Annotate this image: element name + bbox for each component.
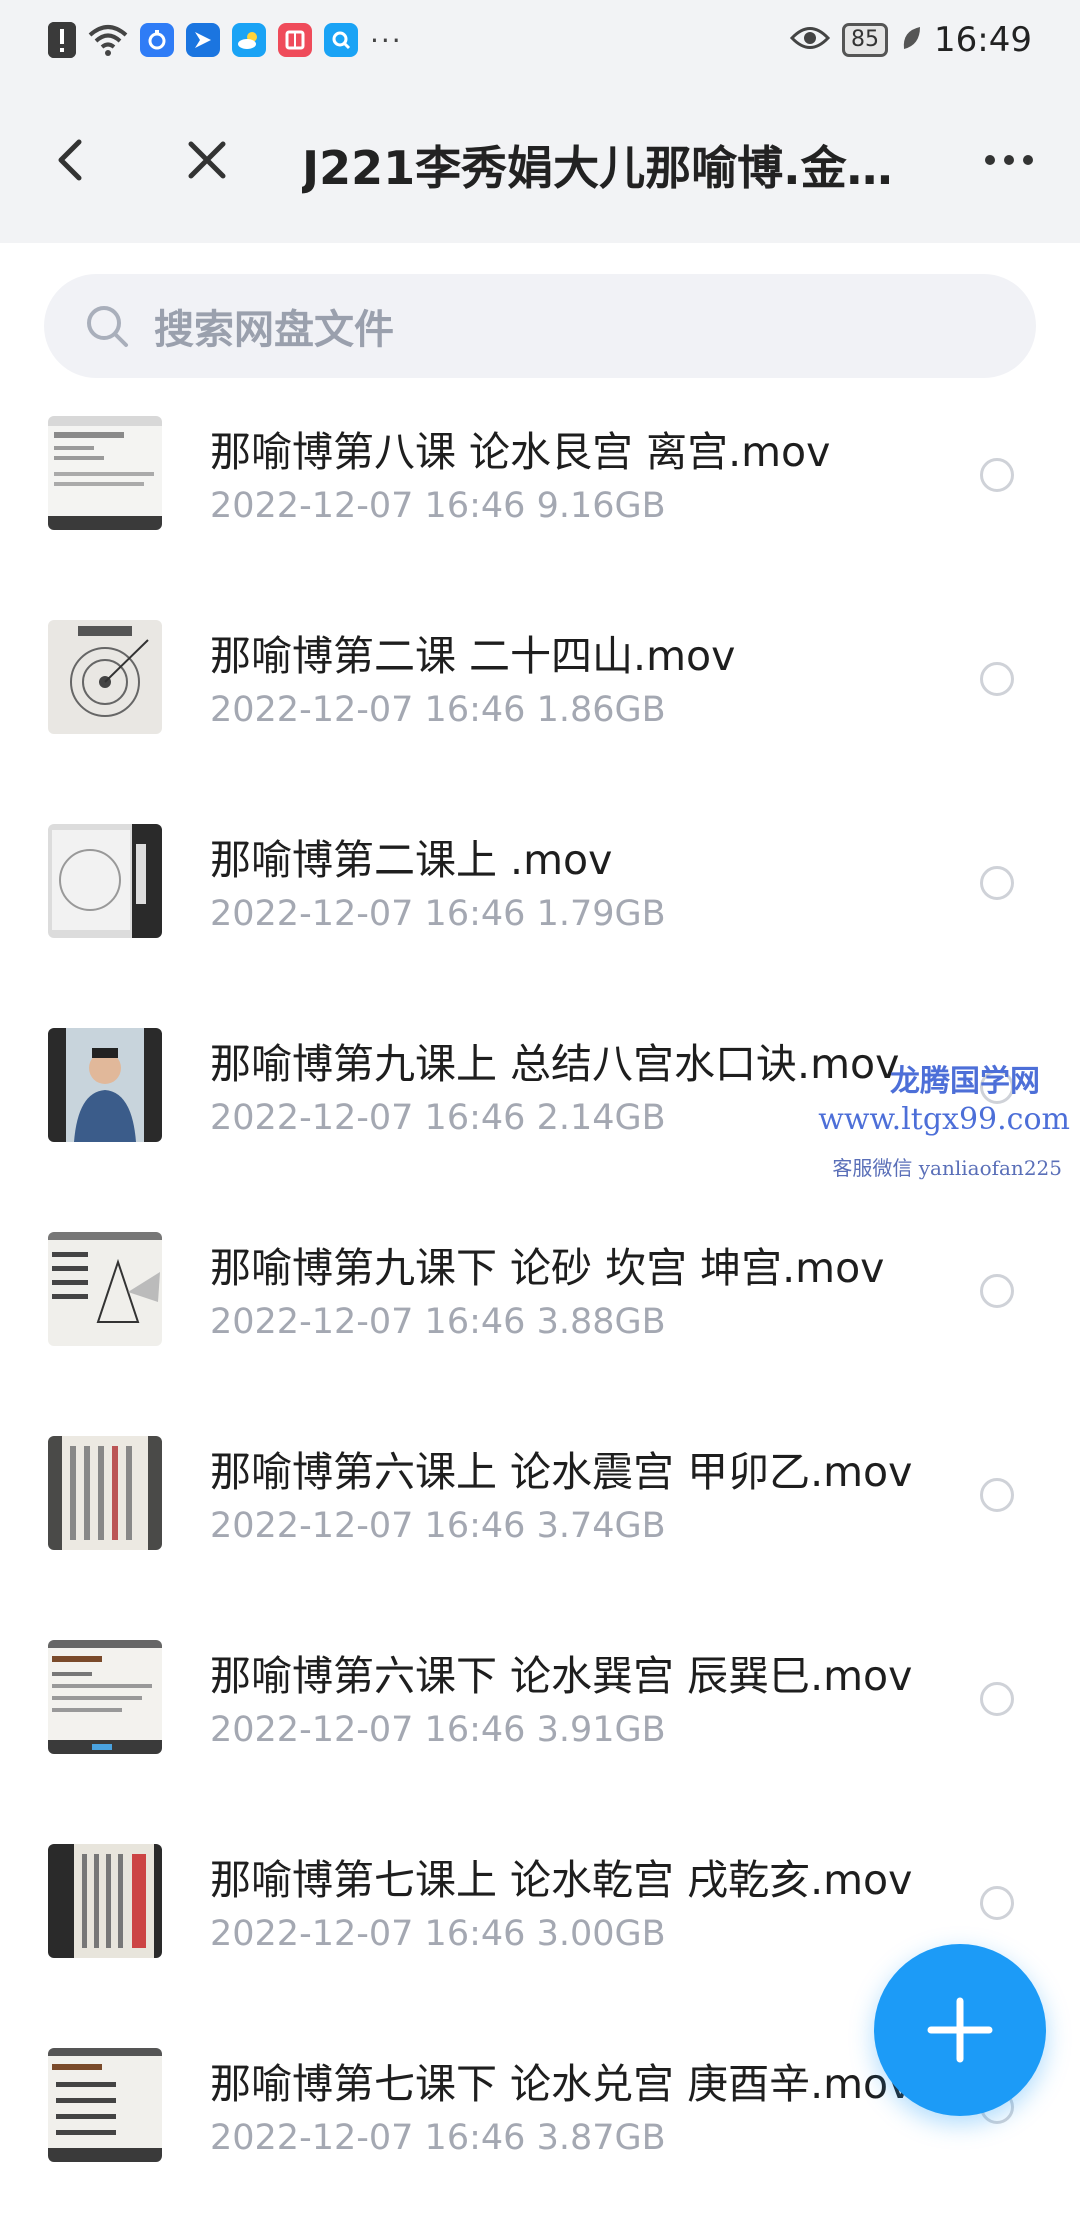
file-date: 2022-12-07: [210, 2118, 414, 2158]
file-date: 2022-12-07: [210, 1098, 414, 1138]
more-notifications: ···: [370, 23, 403, 57]
file-name: 那喻博第七课上 论水乾宫 戌乾亥.mov: [210, 1856, 913, 1904]
file-name: 那喻博第九课下 论砂 坎宫 坤宫.mov: [210, 1244, 885, 1292]
file-meta: 2022-12-07 16:46 1.86GB: [210, 690, 666, 730]
file-name: 那喻博第六课下 论水巽宫 辰巽巳.mov: [210, 1652, 913, 1700]
file-name: 那喻博第八课 论水艮宫 离宫.mov: [210, 428, 831, 476]
watermark-contact: 客服微信 yanliaofan225: [832, 1156, 1062, 1180]
file-meta: 2022-12-07 16:46 1.79GB: [210, 894, 666, 934]
file-date: 2022-12-07: [210, 1710, 414, 1750]
leaf-icon: [900, 25, 922, 55]
file-row[interactable]: 那喻博第八课 论水艮宫 离宫.mov 2022-12-07 16:46 9.16…: [0, 400, 1080, 604]
file-meta: 2022-12-07 16:46 3.00GB: [210, 1914, 666, 1954]
file-meta: 2022-12-07 16:46 9.16GB: [210, 486, 666, 526]
video-thumbnail: [48, 824, 162, 938]
select-checkbox[interactable]: [980, 458, 1014, 492]
video-thumbnail: [48, 1844, 162, 1958]
file-row[interactable]: 那喻博第六课上 论水震宫 甲卯乙.mov 2022-12-07 16:46 3.…: [0, 1420, 1080, 1624]
battery-level: 85: [842, 23, 889, 57]
file-size: 2.14GB: [536, 1098, 666, 1138]
file-name: 那喻博第九课上 总结八宫水口诀.mov: [210, 1040, 900, 1088]
close-icon: [188, 141, 226, 179]
video-thumbnail: [48, 1640, 162, 1754]
book-icon: [278, 23, 312, 57]
search-placeholder: 搜索网盘文件: [154, 307, 394, 353]
status-bar-left: ···: [48, 20, 403, 60]
file-date: 2022-12-07: [210, 690, 414, 730]
file-name: 那喻博第二课 二十四山.mov: [210, 632, 736, 680]
file-meta: 2022-12-07 16:46 3.74GB: [210, 1506, 666, 1546]
file-date: 2022-12-07: [210, 1302, 414, 1342]
file-date: 2022-12-07: [210, 1506, 414, 1546]
app-notification-icon: [140, 23, 174, 57]
status-bar-right: 85 16:49: [789, 20, 1032, 60]
file-date: 2022-12-07: [210, 894, 414, 934]
video-thumbnail: [48, 1232, 162, 1346]
select-checkbox[interactable]: [980, 662, 1014, 696]
file-size: 1.79GB: [536, 894, 666, 934]
file-name: 那喻博第七课下 论水兑宫 庚酉辛.mov: [210, 2060, 913, 2108]
add-button[interactable]: [874, 1944, 1046, 2116]
file-meta: 2022-12-07 16:46 2.14GB: [210, 1098, 666, 1138]
file-time: 16:46: [424, 894, 526, 934]
wifi-icon: [88, 23, 128, 57]
more-options-button[interactable]: [974, 125, 1044, 195]
weather-icon: [232, 23, 266, 57]
file-size: 3.91GB: [536, 1710, 666, 1750]
search-app-icon: [324, 23, 358, 57]
file-size: 3.88GB: [536, 1302, 666, 1342]
file-time: 16:46: [424, 690, 526, 730]
watermark-title: 龙腾国学网: [890, 1064, 1040, 1099]
file-row[interactable]: 那喻博第二课上 .mov 2022-12-07 16:46 1.79GB: [0, 808, 1080, 1012]
video-thumbnail: [48, 2048, 162, 2162]
file-time: 16:46: [424, 486, 526, 526]
close-button[interactable]: [172, 125, 242, 195]
video-thumbnail: [48, 1436, 162, 1550]
eye-icon: [789, 25, 831, 55]
file-meta: 2022-12-07 16:46 3.87GB: [210, 2118, 666, 2158]
file-size: 9.16GB: [536, 486, 666, 526]
file-size: 1.86GB: [536, 690, 666, 730]
back-button[interactable]: [36, 125, 106, 195]
alert-icon: [48, 22, 76, 58]
video-thumbnail: [48, 1028, 162, 1142]
page-title: J221李秀娟大儿那喻博.金锁玉关+天星法课程: [302, 141, 922, 195]
file-name: 那喻博第二课上 .mov: [210, 836, 613, 884]
file-name: 那喻博第六课上 论水震宫 甲卯乙.mov: [210, 1448, 913, 1496]
search-icon: [87, 306, 128, 347]
file-time: 16:46: [424, 1710, 526, 1750]
file-date: 2022-12-07: [210, 486, 414, 526]
watermark-url: www.ltgx99.com: [818, 1102, 1070, 1137]
clock: 16:49: [934, 20, 1032, 60]
file-row[interactable]: 那喻博第二课 二十四山.mov 2022-12-07 16:46 1.86GB: [0, 604, 1080, 808]
select-checkbox[interactable]: [980, 1886, 1014, 1920]
video-thumbnail: [48, 620, 162, 734]
file-size: 3.87GB: [536, 2118, 666, 2158]
file-date: 2022-12-07: [210, 1914, 414, 1954]
file-row[interactable]: 那喻博第六课下 论水巽宫 辰巽巳.mov 2022-12-07 16:46 3.…: [0, 1624, 1080, 1828]
select-checkbox[interactable]: [980, 1682, 1014, 1716]
select-checkbox[interactable]: [980, 1478, 1014, 1512]
file-row[interactable]: 那喻博第九课下 论砂 坎宫 坤宫.mov 2022-12-07 16:46 3.…: [0, 1216, 1080, 1420]
video-thumbnail: [48, 416, 162, 530]
top-app-bar: J221李秀娟大儿那喻博.金锁玉关+天星法课程: [0, 80, 1080, 243]
select-checkbox[interactable]: [980, 1274, 1014, 1308]
status-bar: ··· 85 16:49: [0, 0, 1080, 80]
search-input[interactable]: 搜索网盘文件: [44, 274, 1036, 378]
file-time: 16:46: [424, 2118, 526, 2158]
file-size: 3.74GB: [536, 1506, 666, 1546]
file-meta: 2022-12-07 16:46 3.91GB: [210, 1710, 666, 1750]
file-time: 16:46: [424, 1506, 526, 1546]
more-dots-icon: [985, 155, 1033, 165]
file-time: 16:46: [424, 1302, 526, 1342]
file-meta: 2022-12-07 16:46 3.88GB: [210, 1302, 666, 1342]
back-arrow-icon: [58, 139, 82, 181]
select-checkbox[interactable]: [980, 866, 1014, 900]
file-size: 3.00GB: [536, 1914, 666, 1954]
file-time: 16:46: [424, 1914, 526, 1954]
feishu-icon: [186, 23, 220, 57]
file-time: 16:46: [424, 1098, 526, 1138]
plus-icon: [927, 1997, 993, 2063]
